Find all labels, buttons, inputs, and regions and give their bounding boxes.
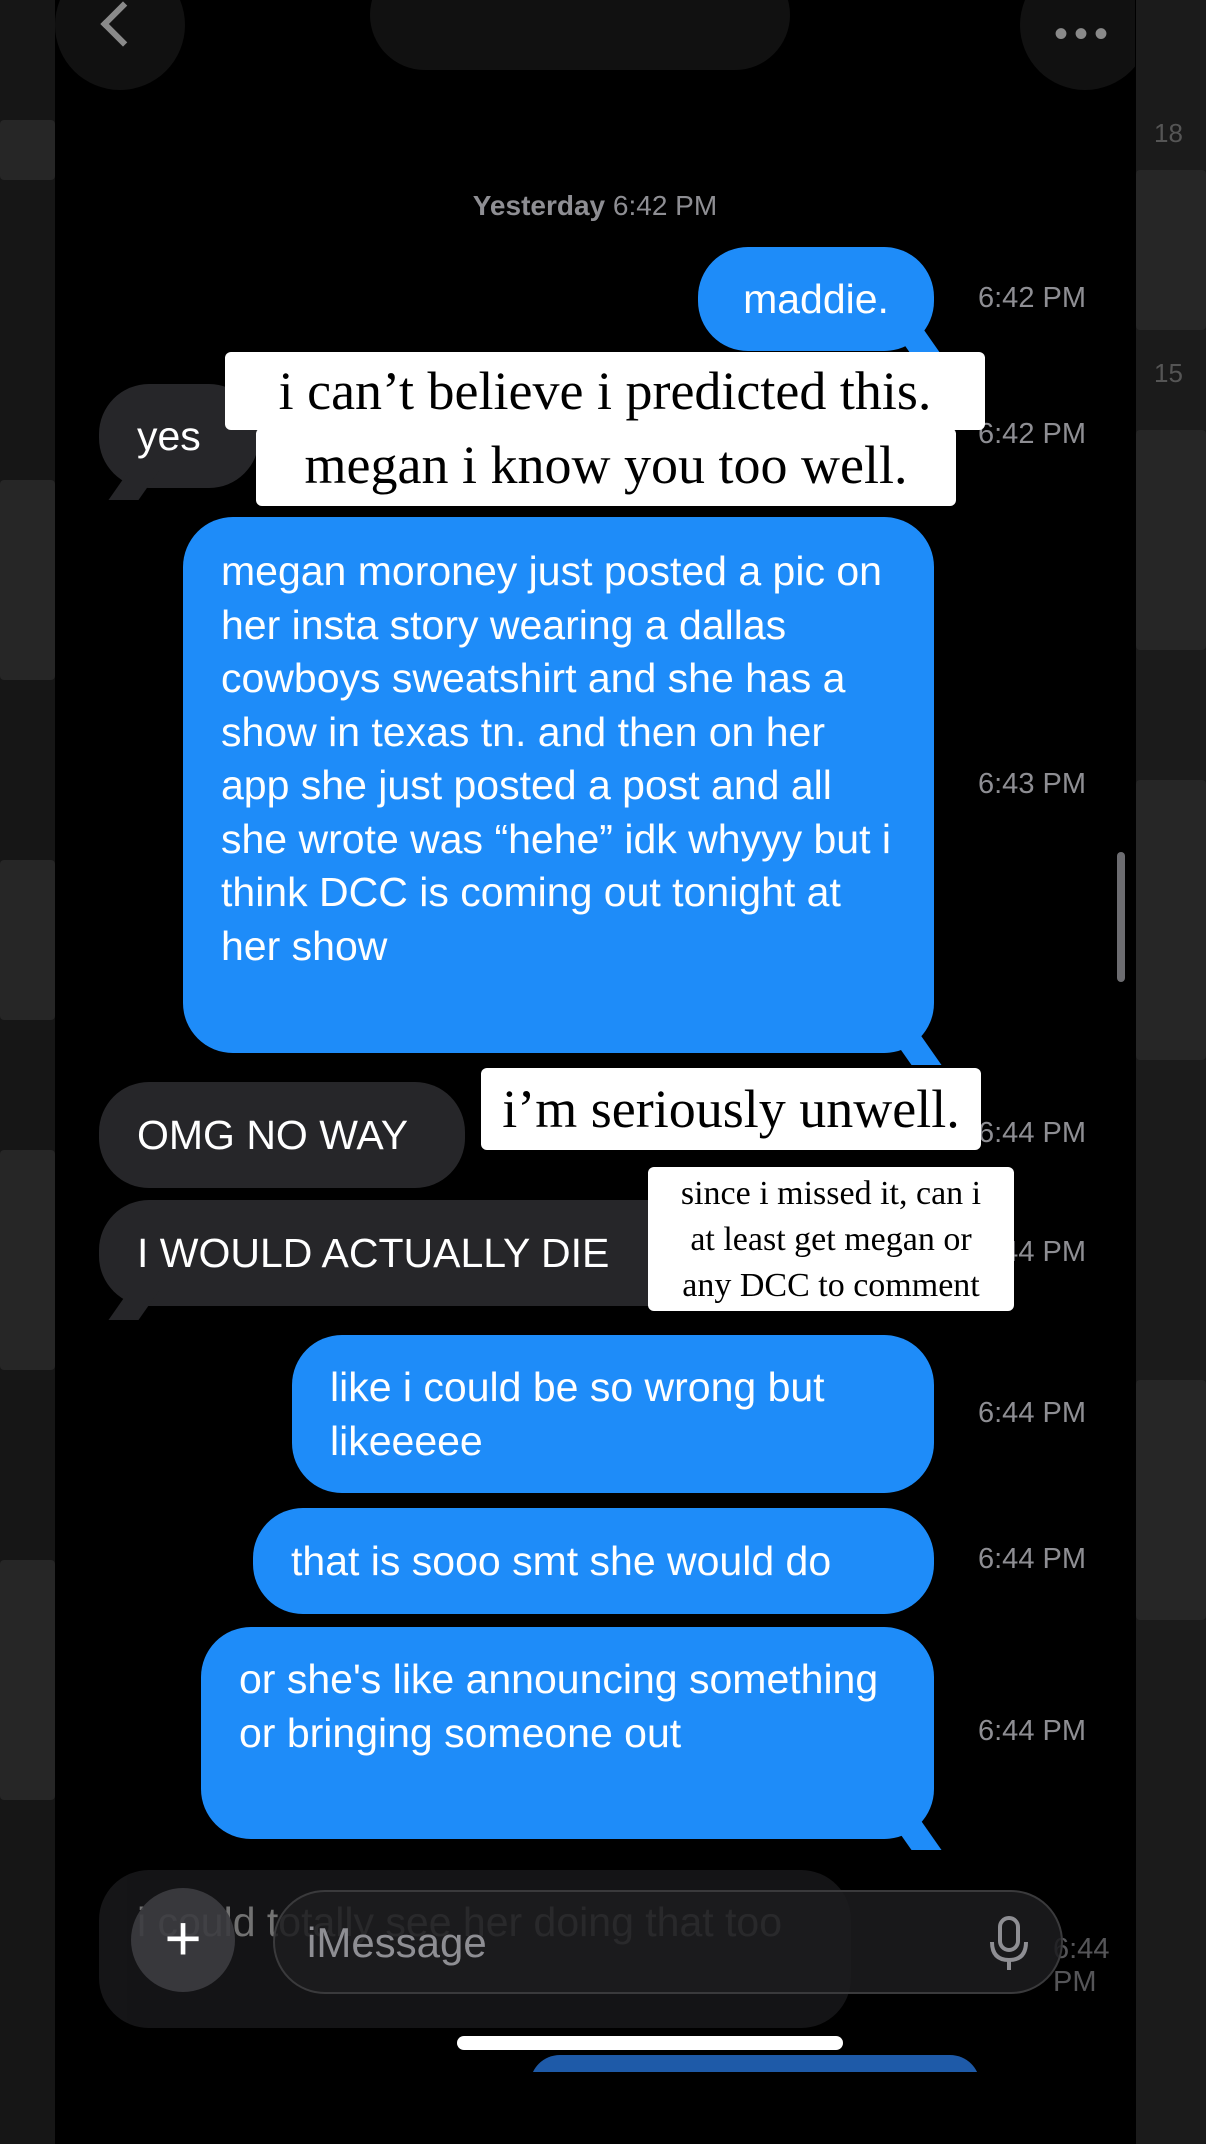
background-time-2: 15: [1154, 358, 1183, 388]
home-indicator[interactable]: [457, 2036, 843, 2050]
message-text: maddie.: [743, 276, 889, 322]
message-text: I WOULD ACTUALLY DIE: [137, 1230, 610, 1276]
message-text: or she's like announcing something or br…: [239, 1656, 879, 1756]
plus-icon: +: [164, 1902, 202, 1974]
caption-line: i’m seriously unwell.: [502, 1079, 960, 1139]
ellipsis-icon: •••: [1054, 12, 1115, 56]
message-text: like i could be so wrong but likeeeee: [330, 1364, 825, 1464]
message-text: OMG NO WAY: [137, 1112, 409, 1158]
background-right-strip: 18 15: [1136, 0, 1206, 2144]
message-text: megan moroney just posted a pic on her i…: [221, 548, 891, 969]
conversation-timestamp: Yesterday 6:42 PM: [55, 190, 1135, 222]
incoming-message[interactable]: I WOULD ACTUALLY DIE: [99, 1200, 709, 1306]
outgoing-message[interactable]: or she's like announcing something or br…: [201, 1627, 934, 1839]
outgoing-message[interactable]: that is sooo smt she would do: [253, 1508, 934, 1614]
outgoing-message[interactable]: megan moroney just posted a pic on her i…: [183, 517, 934, 1053]
outgoing-message[interactable]: like i could be so wrong but likeeeee: [292, 1335, 934, 1493]
background-time-1: 18: [1154, 118, 1183, 148]
caption-line: since i missed it, can i: [680, 1175, 982, 1212]
message-text: that is sooo smt she would do: [291, 1538, 832, 1584]
caption-line: any DCC to comment: [682, 1267, 980, 1304]
caption-sticker: megan i know you too well.: [256, 428, 956, 506]
timestamp-time: 6:42 PM: [612, 190, 718, 221]
caption-sticker: i’m seriously unwell.: [481, 1068, 981, 1150]
chevron-left-icon: [100, 1, 146, 47]
plus-button[interactable]: +: [131, 1888, 235, 1992]
imessage-field[interactable]: [273, 1890, 1063, 1994]
message-input[interactable]: [305, 1914, 929, 1972]
caption-line: i can’t believe i predicted this.: [278, 361, 932, 421]
message-time: 6:42 PM: [978, 282, 1086, 314]
back-button[interactable]: [55, 0, 185, 90]
message-time: 6:44 PM: [978, 1397, 1086, 1429]
message-text: yes: [137, 413, 201, 459]
message-time: 6:44 PM: [1053, 1933, 1110, 1998]
message-time: 6:44 PM: [978, 1715, 1086, 1747]
partial-outgoing-message[interactable]: [530, 2055, 980, 2072]
caption-line: megan i know you too well.: [304, 435, 908, 495]
message-time: 6:44 PM: [978, 1117, 1086, 1149]
message-time: 6:44 PM: [978, 1543, 1086, 1575]
timestamp-day: Yesterday: [472, 190, 606, 221]
message-time: 6:42 PM: [978, 418, 1086, 450]
contact-header[interactable]: [370, 0, 790, 70]
caption-sticker: i can’t believe i predicted this.: [225, 352, 985, 430]
caption-sticker: since i missed it, can i at least get me…: [648, 1167, 1014, 1311]
messages-screen: ••• Yesterday 6:42 PM maddie. 6:42 PM ye…: [55, 0, 1135, 2072]
caption-line: at least get megan or: [690, 1221, 972, 1258]
scroll-indicator[interactable]: [1117, 852, 1125, 982]
incoming-message[interactable]: OMG NO WAY: [99, 1082, 465, 1188]
message-time: 6:43 PM: [978, 768, 1086, 800]
more-button[interactable]: •••: [1020, 0, 1135, 90]
background-left-strip: [0, 0, 55, 2144]
microphone-icon[interactable]: [987, 1914, 1031, 1974]
